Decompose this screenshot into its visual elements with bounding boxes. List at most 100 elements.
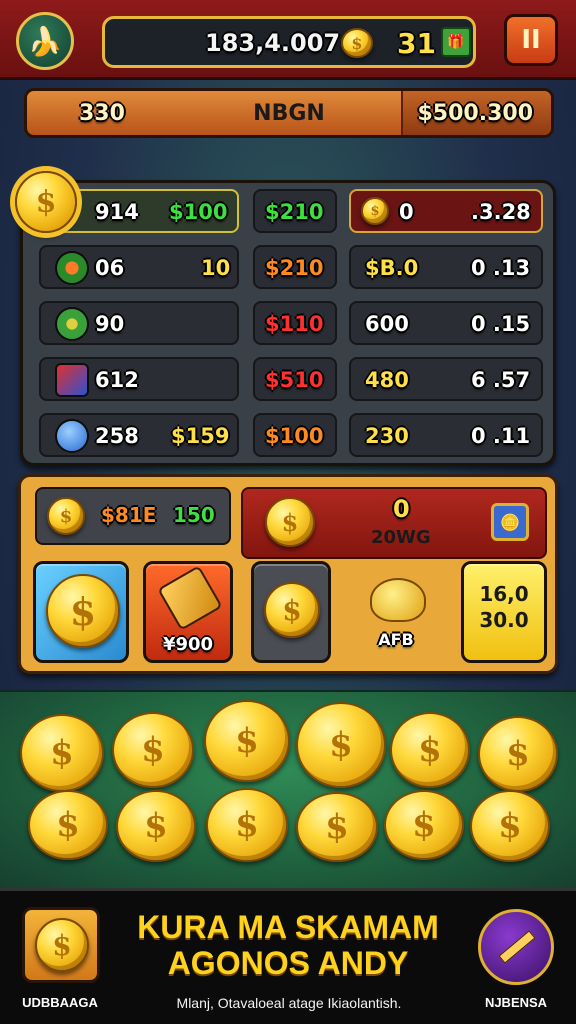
- coin-bundle-tile[interactable]: $: [33, 561, 129, 663]
- coin-icon: $: [20, 714, 104, 792]
- shop-item-icon[interactable]: 🪙: [491, 503, 529, 541]
- stats-col1: 06: [95, 256, 125, 280]
- coin-icon: $: [116, 790, 196, 862]
- coin-icon: $: [470, 790, 550, 862]
- sword-icon: [498, 930, 536, 964]
- stats-row[interactable]: 06 10 $210 $B.0 0 .13: [33, 245, 549, 289]
- stats-cell-right: 600 0 .15: [349, 301, 543, 345]
- stats-col2: $159: [171, 424, 230, 448]
- big-coin-icon: $: [46, 574, 120, 648]
- axe-price: ¥900: [162, 634, 214, 655]
- sword-app-icon[interactable]: [478, 909, 554, 985]
- ad-headline-line1: KURA MA SKAMAM: [137, 909, 439, 945]
- bowl-tile[interactable]: AFB: [351, 561, 441, 663]
- gold-offer-tile[interactable]: 16,0 30.0: [461, 561, 547, 663]
- stats-col4: 0: [399, 200, 414, 224]
- stats-cell-right: $B.0 0 .13: [349, 245, 543, 289]
- coin-icon: $: [28, 790, 108, 860]
- green-gem-icon: [55, 251, 89, 285]
- coin-app-icon[interactable]: $: [22, 907, 100, 983]
- coin-pile: $ $ $ $ $ $ $ $ $ $ $ $: [0, 690, 576, 890]
- shop-offer-small[interactable]: $ $81E 150: [35, 487, 231, 545]
- stats-cell-mid: $210: [253, 189, 337, 233]
- gem-count: 31: [397, 27, 436, 60]
- stats-row[interactable]: 258 $159 $100 230 0 .11: [33, 413, 549, 457]
- stats-col1: 612: [95, 368, 139, 392]
- shop-banner-label: 20WG: [371, 527, 431, 548]
- coin-icon: $: [478, 716, 558, 792]
- ad-right-label: NJBENSA: [484, 995, 548, 1010]
- coin-icon: $: [296, 702, 386, 788]
- stats-col3: $210: [265, 200, 324, 224]
- stats-cell-mid: $510: [253, 357, 337, 401]
- stats-cell-mid: $110: [253, 301, 337, 345]
- stats-cell-main: 06 10: [39, 245, 239, 289]
- coin-icon: $: [390, 712, 470, 788]
- stats-col1: 914: [95, 200, 139, 224]
- coin-tile[interactable]: $: [251, 561, 331, 663]
- title-right-value: $500.300: [417, 101, 533, 126]
- coin-icon: $: [341, 28, 373, 58]
- ad-tagline: Mlanj, Otavaloeal atage Ikiaolantish.: [176, 995, 402, 1011]
- axe-icon: [157, 565, 223, 631]
- bowl-label: AFB: [378, 630, 414, 649]
- shop-panel: $ $81E 150 $ 0 20WG 🪙 $ ¥900 $ AFB 16,0 …: [18, 474, 558, 674]
- stats-row[interactable]: 914 $100 $210 $ 0 .3.28: [33, 189, 549, 233]
- ad-headline: KURA MA SKAMAM AGONOS ANDY: [118, 909, 458, 981]
- stats-col3: $210: [265, 256, 324, 280]
- stats-cell-mid: $210: [253, 245, 337, 289]
- coin-stack-icon: $: [361, 197, 389, 225]
- shop-offer-banner[interactable]: $ 0 20WG 🪙: [241, 487, 547, 559]
- stats-col4: 600: [365, 312, 409, 336]
- title-strip: 330 NBGN $500.300: [24, 88, 554, 138]
- stats-col5: 6 .57: [471, 368, 531, 392]
- shop-banner-value: 0: [393, 495, 410, 523]
- stats-col4: 480: [365, 368, 409, 392]
- axe-tile[interactable]: ¥900: [143, 561, 233, 663]
- gold-offer-line1: 16,0: [479, 582, 529, 606]
- stats-row[interactable]: 90 $110 600 0 .15: [33, 301, 549, 345]
- stats-col4: $B.0: [365, 256, 419, 280]
- shop-offer-value: 150: [173, 503, 215, 527]
- sun-coin-icon: $: [15, 171, 77, 233]
- stats-panel: 914 $100 $210 $ 0 .3.28 $ 06 10 $210 $B.…: [15, 171, 556, 466]
- coin-icon: $: [47, 497, 85, 535]
- ad-left-label: UDBBAAGA: [22, 995, 98, 1010]
- stats-col3: $510: [265, 368, 324, 392]
- ad-headline-line2: AGONOS ANDY: [167, 945, 409, 981]
- stats-cell-main: 612: [39, 357, 239, 401]
- stats-col3: $110: [265, 312, 324, 336]
- dice-icon: [55, 363, 89, 397]
- stats-cell-right: 230 0 .11: [349, 413, 543, 457]
- gift-icon[interactable]: 🎁: [441, 27, 471, 57]
- stats-col5: 0 .13: [471, 256, 531, 280]
- banana-icon[interactable]: 🍌: [16, 12, 74, 70]
- stats-cell-right: $ 0 .3.28: [349, 189, 543, 233]
- stats-cell-right: 480 6 .57: [349, 357, 543, 401]
- coin-icon: $: [296, 792, 378, 862]
- globe-icon: [55, 419, 89, 453]
- stats-cell-mid: $100: [253, 413, 337, 457]
- stats-col2: $100: [169, 200, 228, 224]
- stats-col5: 0 .11: [471, 424, 531, 448]
- coin-icon: $: [206, 788, 288, 862]
- stats-col1: 258: [95, 424, 139, 448]
- bowl-icon: [370, 578, 426, 622]
- shop-offer-label: $81E: [101, 503, 157, 527]
- stats-cell-main: 258 $159: [39, 413, 239, 457]
- ad-banner[interactable]: $ KURA MA SKAMAM AGONOS ANDY UDBBAAGA Ml…: [0, 888, 576, 1024]
- green-ring-icon: [55, 307, 89, 341]
- coin-icon: $: [265, 497, 315, 547]
- stats-col5: 0 .15: [471, 312, 531, 336]
- coin-icon: $: [35, 918, 89, 972]
- stats-col2: 10: [201, 256, 231, 280]
- top-bar: 🍌 183,4.007 $ 31 🎁 II: [0, 0, 576, 80]
- score-value: 183,4.007: [205, 29, 341, 57]
- pause-button[interactable]: II: [504, 14, 558, 66]
- gold-offer-line2: 30.0: [479, 608, 529, 632]
- stats-col1: 90: [95, 312, 125, 336]
- stats-row[interactable]: 612 $510 480 6 .57: [33, 357, 549, 401]
- coin-icon: $: [264, 582, 320, 638]
- score-bar: 183,4.007 $ 31 🎁: [102, 16, 476, 68]
- stats-col3: $100: [265, 424, 324, 448]
